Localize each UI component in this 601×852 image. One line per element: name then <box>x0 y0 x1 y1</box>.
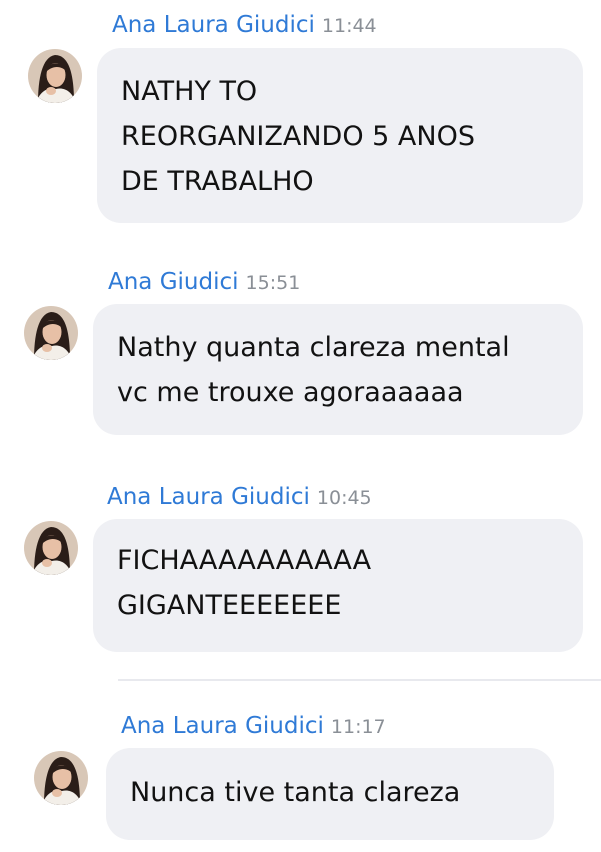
message-header: Ana Laura Giudici 11:17 <box>121 715 386 738</box>
sender-name[interactable]: Ana Laura Giudici <box>112 12 315 38</box>
message-header: Ana Laura Giudici 10:45 <box>107 486 372 509</box>
message-text-line: NATHY TO <box>121 76 258 107</box>
message-bubble[interactable]: NATHY TO REORGANIZANDO 5 ANOS DE TRABALH… <box>97 48 583 223</box>
message-text-line: GIGANTEEEEEEE <box>117 590 342 621</box>
sender-name[interactable]: Ana Giudici <box>108 269 239 295</box>
avatar-photo-icon <box>24 521 78 575</box>
message-time: 15:51 <box>245 272 301 294</box>
sender-name[interactable]: Ana Laura Giudici <box>121 713 324 739</box>
message-bubble[interactable]: FICHAAAAAAAAAA GIGANTEEEEEEE <box>93 519 583 652</box>
avatar-photo-icon <box>34 751 88 805</box>
message-bubble[interactable]: Nunca tive tanta clareza <box>106 748 554 840</box>
message-header: Ana Laura Giudici 11:44 <box>112 14 377 37</box>
message-bubble[interactable]: Nathy quanta clareza mental vc me trouxe… <box>93 304 583 435</box>
avatar[interactable] <box>34 751 88 805</box>
divider <box>118 679 601 681</box>
message-text-line: vc me trouxe agoraaaaaa <box>117 377 464 408</box>
message-text-line: REORGANIZANDO 5 ANOS <box>121 121 475 152</box>
message-text-line: Nathy quanta clareza mental <box>117 332 510 363</box>
avatar-photo-icon <box>28 49 82 103</box>
message-text-line: FICHAAAAAAAAAA <box>117 545 372 576</box>
avatar[interactable] <box>28 49 82 103</box>
message-time: 11:44 <box>321 15 377 37</box>
sender-name[interactable]: Ana Laura Giudici <box>107 484 310 510</box>
message-time: 11:17 <box>330 716 386 738</box>
message-time: 10:45 <box>316 487 372 509</box>
message-header: Ana Giudici 15:51 <box>108 271 300 294</box>
avatar[interactable] <box>24 306 78 360</box>
avatar[interactable] <box>24 521 78 575</box>
message-text-line: DE TRABALHO <box>121 166 314 197</box>
avatar-photo-icon <box>24 306 78 360</box>
message-text-line: Nunca tive tanta clareza <box>130 777 461 808</box>
